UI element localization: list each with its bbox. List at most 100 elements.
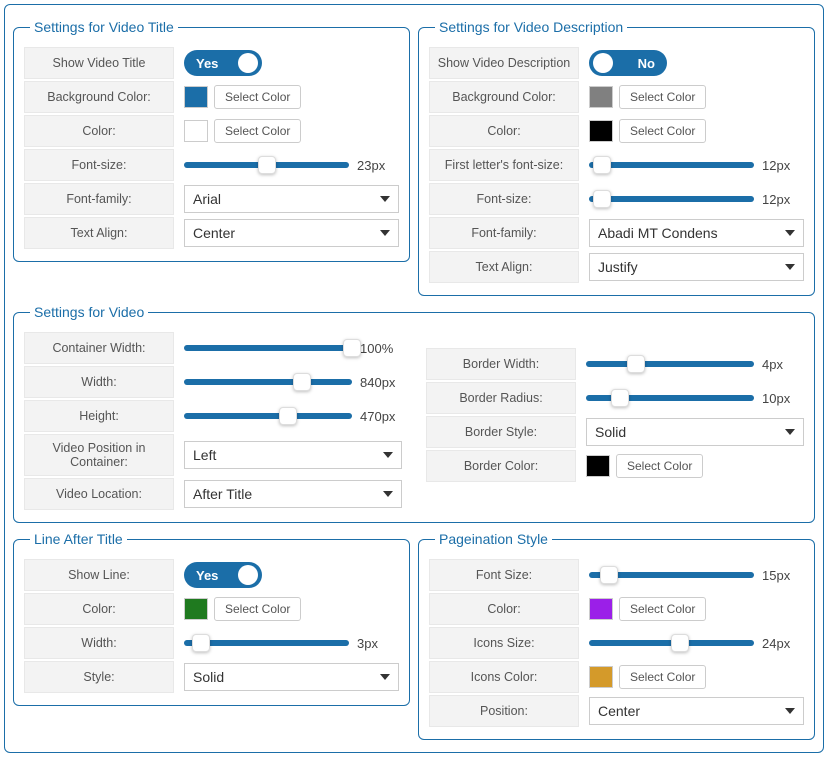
select-color-button[interactable]: Select Color <box>616 454 703 478</box>
select-desc-fontfamily[interactable]: Abadi MT Condens <box>589 219 804 247</box>
label-icons-color: Icons Color: <box>429 661 579 693</box>
select-color-button[interactable]: Select Color <box>619 119 706 143</box>
select-title-textalign[interactable]: Center <box>184 219 399 247</box>
label-border-color: Border Color: <box>426 450 576 482</box>
toggle-show-line[interactable]: Yes <box>184 562 262 588</box>
label-show-video-title: Show Video Title <box>24 47 174 79</box>
label-bg-color: Background Color: <box>24 81 174 113</box>
select-color-button[interactable]: Select Color <box>214 119 301 143</box>
slider-border-width[interactable] <box>586 361 754 367</box>
select-color-button[interactable]: Select Color <box>214 85 301 109</box>
slider-value: 15px <box>762 568 804 583</box>
select-desc-textalign[interactable]: Justify <box>589 253 804 281</box>
settings-container: Settings for Video Title Show Video Titl… <box>4 4 824 753</box>
slider-pag-fontsize[interactable] <box>589 572 754 578</box>
label-pag-position: Position: <box>429 695 579 727</box>
panel-pagination-style: Pageination Style Font Size: 15px Color: <box>418 531 815 740</box>
panel-legend: Settings for Video Title <box>30 19 178 35</box>
label-first-letter-size: First letter's font-size: <box>429 149 579 181</box>
chevron-down-icon <box>785 230 795 236</box>
swatch-icons-color <box>589 666 613 688</box>
select-border-style[interactable]: Solid <box>586 418 804 446</box>
swatch-line-color <box>184 598 208 620</box>
slider-first-letter-size[interactable] <box>589 162 754 168</box>
slider-value: 24px <box>762 636 804 651</box>
slider-value: 12px <box>762 158 804 173</box>
toggle-show-video-desc[interactable]: No <box>589 50 667 76</box>
chevron-down-icon <box>383 452 393 458</box>
slider-video-width[interactable] <box>184 379 352 385</box>
slider-value: 23px <box>357 158 399 173</box>
toggle-knob <box>593 53 613 73</box>
select-video-pos[interactable]: Left <box>184 441 402 469</box>
label-desc-bg: Background Color: <box>429 81 579 113</box>
chevron-down-icon <box>380 674 390 680</box>
swatch-desc-bg <box>589 86 613 108</box>
panel-video-description: Settings for Video Description Show Vide… <box>418 19 815 296</box>
slider-icons-size[interactable] <box>589 640 754 646</box>
label-desc-color: Color: <box>429 115 579 147</box>
label-border-radius: Border Radius: <box>426 382 576 414</box>
label-title-textalign: Text Align: <box>24 217 174 249</box>
slider-value: 10px <box>762 391 804 406</box>
swatch-title-bg <box>184 86 208 108</box>
panel-legend: Settings for Video Description <box>435 19 627 35</box>
label-line-color: Color: <box>24 593 174 625</box>
swatch-border-color <box>586 455 610 477</box>
label-video-width: Width: <box>24 366 174 398</box>
slider-border-radius[interactable] <box>586 395 754 401</box>
slider-container-width[interactable] <box>184 345 352 351</box>
panel-video: Settings for Video Container Width: 100% <box>13 304 815 523</box>
panel-legend: Line After Title <box>30 531 127 547</box>
panel-line-after-title: Line After Title Show Line: Yes Color: S… <box>13 531 410 706</box>
swatch-title-color <box>184 120 208 142</box>
label-pag-color: Color: <box>429 593 579 625</box>
slider-value: 840px <box>360 375 402 390</box>
select-color-button[interactable]: Select Color <box>619 665 706 689</box>
swatch-pag-color <box>589 598 613 620</box>
label-pag-fontsize: Font Size: <box>429 559 579 591</box>
panel-video-title: Settings for Video Title Show Video Titl… <box>13 19 410 262</box>
slider-value: 470px <box>360 409 402 424</box>
label-video-pos: Video Position in Container: <box>24 434 174 476</box>
select-line-style[interactable]: Solid <box>184 663 399 691</box>
panel-legend: Pageination Style <box>435 531 552 547</box>
select-color-button[interactable]: Select Color <box>619 85 706 109</box>
label-title-color: Color: <box>24 115 174 147</box>
label-title-fontsize: Font-size: <box>24 149 174 181</box>
chevron-down-icon <box>785 429 795 435</box>
label-desc-fontfamily: Font-family: <box>429 217 579 249</box>
chevron-down-icon <box>785 708 795 714</box>
label-container-width: Container Width: <box>24 332 174 364</box>
label-icons-size: Icons Size: <box>429 627 579 659</box>
slider-title-fontsize[interactable] <box>184 162 349 168</box>
select-video-loc[interactable]: After Title <box>184 480 402 508</box>
slider-value: 3px <box>357 636 399 651</box>
chevron-down-icon <box>380 230 390 236</box>
label-video-height: Height: <box>24 400 174 432</box>
select-color-button[interactable]: Select Color <box>619 597 706 621</box>
chevron-down-icon <box>785 264 795 270</box>
label-line-style: Style: <box>24 661 174 693</box>
label-show-video-desc: Show Video Description <box>429 47 579 79</box>
slider-value: 4px <box>762 357 804 372</box>
swatch-desc-color <box>589 120 613 142</box>
select-pag-position[interactable]: Center <box>589 697 804 725</box>
label-video-loc: Video Location: <box>24 478 174 510</box>
label-title-fontfamily: Font-family: <box>24 183 174 215</box>
label-border-width: Border Width: <box>426 348 576 380</box>
toggle-show-video-title[interactable]: Yes <box>184 50 262 76</box>
slider-video-height[interactable] <box>184 413 352 419</box>
label-desc-textalign: Text Align: <box>429 251 579 283</box>
slider-value: 100% <box>360 341 402 356</box>
chevron-down-icon <box>383 491 393 497</box>
toggle-knob <box>238 565 258 585</box>
select-title-fontfamily[interactable]: Arial <box>184 185 399 213</box>
slider-desc-fontsize[interactable] <box>589 196 754 202</box>
select-color-button[interactable]: Select Color <box>214 597 301 621</box>
label-show-line: Show Line: <box>24 559 174 591</box>
chevron-down-icon <box>380 196 390 202</box>
toggle-knob <box>238 53 258 73</box>
slider-line-width[interactable] <box>184 640 349 646</box>
label-desc-fontsize: Font-size: <box>429 183 579 215</box>
